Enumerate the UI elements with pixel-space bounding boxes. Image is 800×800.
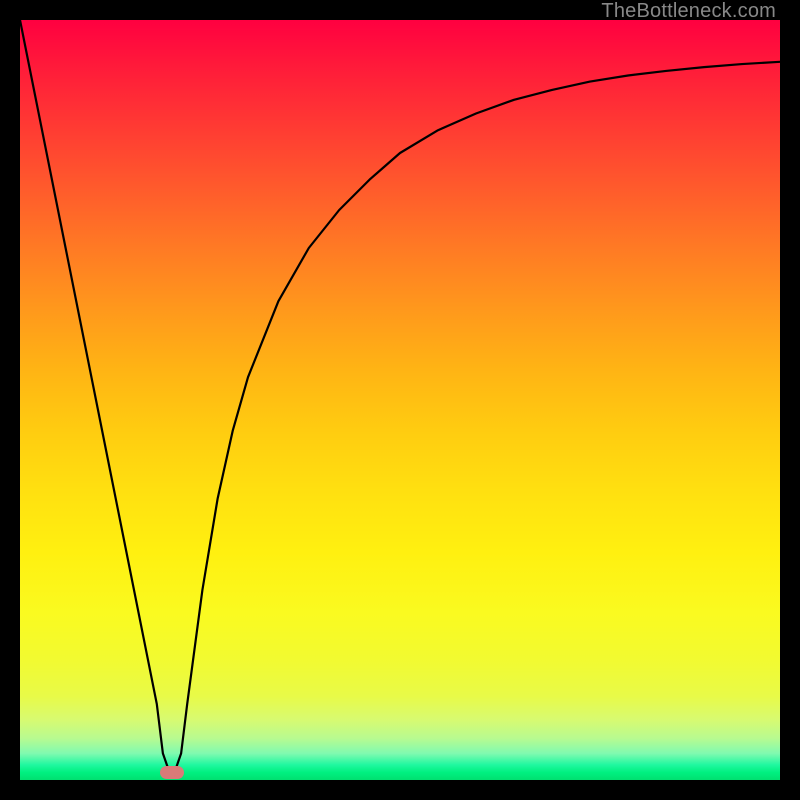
optimal-point-marker bbox=[160, 766, 184, 779]
chart-frame: TheBottleneck.com bbox=[0, 0, 800, 800]
bottleneck-curve bbox=[20, 20, 780, 780]
watermark-text: TheBottleneck.com bbox=[601, 0, 776, 23]
